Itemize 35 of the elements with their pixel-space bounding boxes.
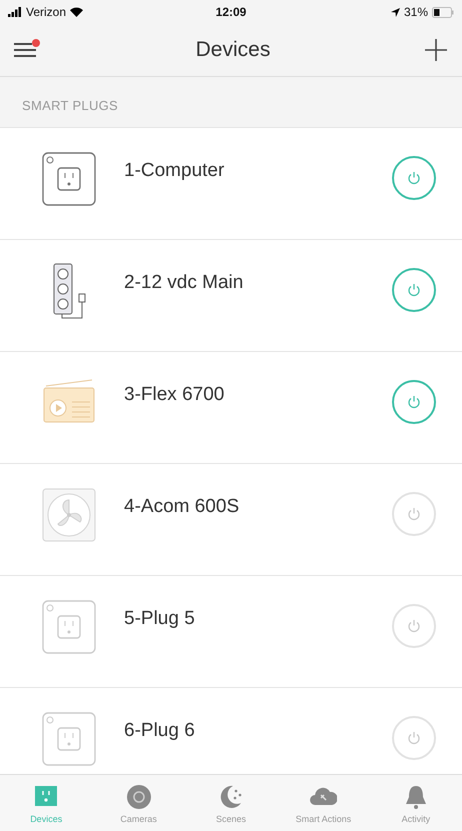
power-toggle[interactable] — [392, 156, 436, 200]
battery-percent: 31% — [404, 5, 428, 19]
tab-item[interactable]: Scenes — [184, 775, 278, 831]
device-name: 6-Plug 6 — [124, 720, 196, 742]
signal-icon — [8, 7, 22, 17]
power-toggle[interactable] — [392, 380, 436, 424]
power-icon — [406, 730, 422, 746]
tab-item[interactable]: Smart Actions — [277, 775, 370, 831]
location-arrow-icon — [390, 8, 400, 16]
device-name: 4-Acom 600S — [124, 496, 240, 518]
device-name: 2-12 vdc Main — [124, 272, 244, 294]
fan-icon — [40, 486, 98, 544]
power-icon — [406, 618, 422, 634]
camera-icon — [124, 782, 153, 810]
device-name: 1-Computer — [124, 160, 226, 182]
carrier-name: Verizon — [26, 5, 66, 19]
page-title: Devices — [196, 38, 270, 62]
wifi-icon — [70, 7, 84, 17]
plug-icon — [40, 150, 98, 208]
plug-icon — [40, 598, 98, 656]
power-icon — [406, 394, 422, 410]
battery-icon — [432, 6, 454, 18]
device-name: 3-Flex 6700 — [124, 384, 226, 406]
tab-item[interactable]: Cameras — [92, 775, 185, 831]
power-toggle[interactable] — [392, 268, 436, 312]
power-icon — [406, 170, 422, 186]
tab-item[interactable]: Activity — [370, 775, 462, 831]
tab-item[interactable]: Devices — [0, 775, 92, 831]
section-heading: SMART PLUGS — [22, 98, 118, 113]
power-icon — [406, 506, 422, 522]
add-button[interactable] — [424, 38, 448, 62]
plug-icon — [40, 710, 98, 768]
device-name: 5-Plug 5 — [124, 608, 196, 630]
power-icon — [406, 282, 422, 298]
clock-time: 12:09 — [216, 5, 246, 19]
